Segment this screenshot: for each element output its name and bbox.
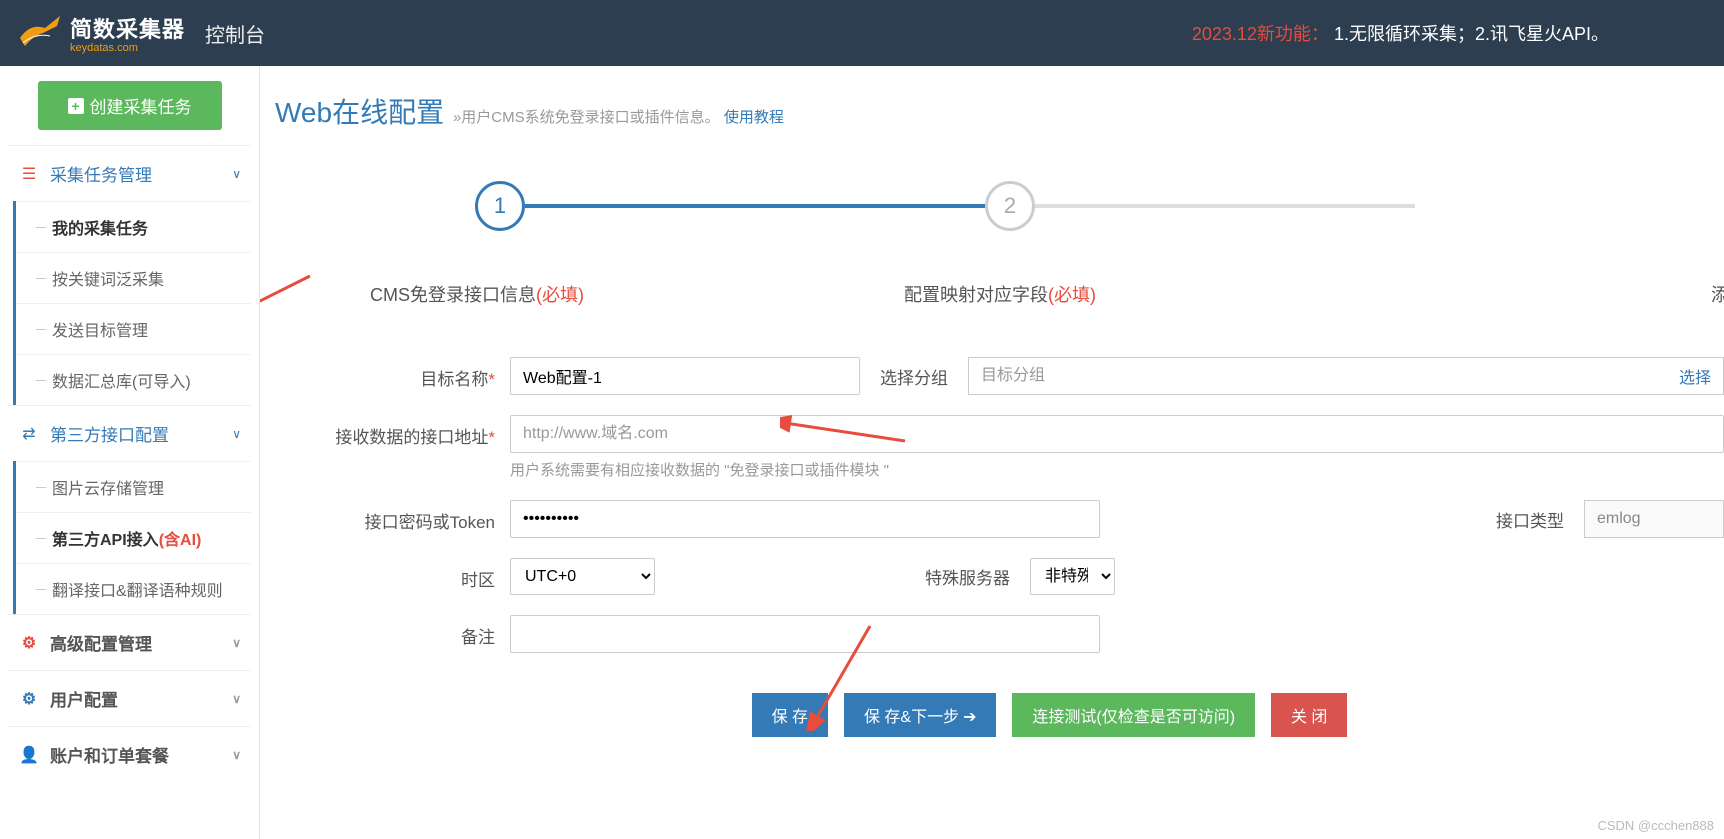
gears-icon: ⚙: [18, 633, 40, 653]
create-task-button[interactable]: + 创建采集任务: [38, 81, 222, 130]
group-label: 选择分组: [880, 364, 948, 389]
logo-sub-text: keydatas.com: [70, 42, 185, 54]
server-select[interactable]: 非特殊: [1030, 558, 1115, 595]
sidebar-item-send-target[interactable]: 发送目标管理: [16, 303, 251, 354]
group-select-link[interactable]: 选择: [1667, 364, 1723, 388]
timezone-label: 时区: [275, 558, 510, 591]
page-subtitle: »用户CMS系统免登录接口或插件信息。 使用教程: [453, 109, 784, 126]
api-url-label: 接收数据的接口地址*: [275, 415, 510, 448]
console-label[interactable]: 控制台: [205, 19, 265, 48]
api-type-value: emlog: [1584, 500, 1724, 538]
save-next-button[interactable]: 保 存&下一步➔: [844, 693, 997, 737]
server-label: 特殊服务器: [925, 564, 1010, 589]
list-icon: ☰: [18, 164, 40, 184]
test-connection-button[interactable]: 连接测试(仅检查是否可访问): [1012, 693, 1255, 737]
announce-highlight: 2023.12新功能：: [1192, 24, 1329, 44]
main-content: Web在线配置 »用户CMS系统免登录接口或插件信息。 使用教程 1 2 CMS…: [260, 66, 1724, 839]
sidebar-item-translate[interactable]: 翻译接口&翻译语种规则: [16, 563, 251, 614]
api-url-hint: 用户系统需要有相应接收数据的 "免登录接口或插件模块 ": [510, 459, 1724, 480]
user-icon: 👤: [18, 745, 40, 765]
sidebar: + 创建采集任务 ☰ 采集任务管理 ∨ 我的采集任务 按关键词泛采集 发送目标管…: [0, 66, 260, 839]
logo-main-text: 简数采集器: [70, 12, 185, 44]
step-1-circle[interactable]: 1: [475, 181, 525, 231]
plus-icon: +: [68, 98, 84, 114]
chevron-down-icon: ∨: [232, 692, 241, 706]
step-3-label-partial: 添: [1711, 281, 1724, 307]
step-indicator: 1 2: [475, 181, 1724, 231]
nav-section-collection[interactable]: ☰ 采集任务管理 ∨: [8, 146, 251, 201]
gear-icon: ⚙: [18, 689, 40, 709]
token-label: 接口密码或Token: [275, 500, 510, 533]
top-header: 简数采集器 keydatas.com 控制台 2023.12新功能： 1.无限循…: [0, 0, 1724, 66]
sidebar-item-api-access[interactable]: 第三方API接入(含AI): [16, 512, 251, 563]
logo[interactable]: 简数采集器 keydatas.com: [15, 8, 185, 58]
sidebar-item-my-tasks[interactable]: 我的采集任务: [16, 201, 251, 252]
logo-icon: [15, 8, 65, 58]
remark-input[interactable]: [510, 615, 1100, 653]
target-name-input[interactable]: [510, 357, 860, 395]
sidebar-item-data-summary[interactable]: 数据汇总库(可导入): [16, 354, 251, 405]
chevron-down-icon: ∨: [232, 748, 241, 762]
announce-text: 1.无限循环采集；2.讯飞星火API。: [1334, 24, 1609, 44]
nav-section-thirdparty[interactable]: ⇄ 第三方接口配置 ∨: [8, 406, 251, 461]
sidebar-item-image-storage[interactable]: 图片云存储管理: [16, 461, 251, 512]
watermark: CSDN @ccchen888: [1597, 818, 1714, 833]
page-title: Web在线配置: [275, 97, 444, 128]
swap-icon: ⇄: [18, 424, 40, 444]
step-line-1: [525, 204, 985, 208]
step-2-circle[interactable]: 2: [985, 181, 1035, 231]
nav-section-advanced[interactable]: ⚙ 高级配置管理 ∨: [8, 615, 251, 670]
step-2-label: 配置映射对应字段(必填): [904, 281, 1096, 307]
chevron-down-icon: ∨: [232, 427, 241, 441]
api-type-label: 接口类型: [1496, 507, 1564, 532]
chevron-down-icon: ∨: [232, 636, 241, 650]
nav-section-user[interactable]: ⚙ 用户配置 ∨: [8, 671, 251, 726]
remark-label: 备注: [275, 615, 510, 648]
config-form: 目标名称* 选择分组 选择 接收数据的接口地址*: [275, 357, 1724, 653]
chevron-down-icon: ∨: [232, 167, 241, 181]
save-button[interactable]: 保 存: [752, 693, 828, 737]
tutorial-link[interactable]: 使用教程: [724, 109, 784, 126]
timezone-select[interactable]: UTC+0: [510, 558, 655, 595]
sidebar-item-keyword-collect[interactable]: 按关键词泛采集: [16, 252, 251, 303]
announcement: 2023.12新功能： 1.无限循环采集；2.讯飞星火API。: [1192, 20, 1609, 46]
target-name-label: 目标名称*: [275, 357, 510, 390]
api-url-input[interactable]: [510, 415, 1724, 453]
arrow-right-icon: ➔: [963, 709, 976, 726]
group-input[interactable]: [969, 358, 1667, 394]
form-actions: 保 存 保 存&下一步➔ 连接测试(仅检查是否可访问) 关 闭: [275, 693, 1724, 737]
close-button[interactable]: 关 闭: [1271, 693, 1347, 737]
step-line-2: [1035, 204, 1415, 208]
nav-section-account[interactable]: 👤 账户和订单套餐 ∨: [8, 727, 251, 782]
token-input[interactable]: [510, 500, 1100, 538]
step-1-label: CMS免登录接口信息(必填): [370, 281, 584, 307]
